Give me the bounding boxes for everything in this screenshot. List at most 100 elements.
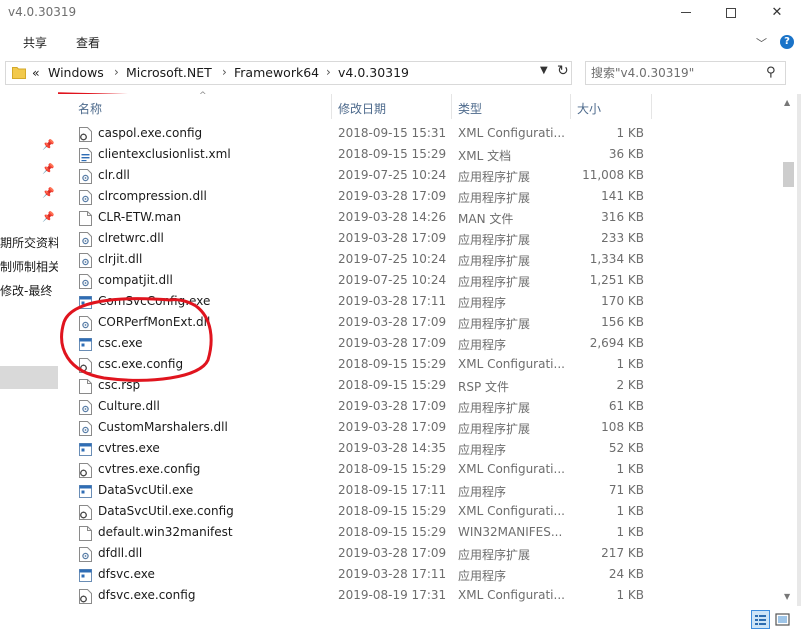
file-name: DataSvcUtil.exe.config — [98, 504, 234, 518]
chevron-right-icon[interactable]: › — [222, 65, 227, 79]
column-divider[interactable] — [651, 94, 652, 119]
address-bar[interactable]: « Windows › Microsoft.NET › Framework64 … — [5, 61, 572, 85]
file-type: XML Configurati... — [458, 126, 565, 140]
breadcrumb-microsoft-net[interactable]: Microsoft.NET — [126, 65, 212, 80]
file-date: 2019-03-28 17:09 — [338, 231, 447, 245]
tab-share[interactable]: 共享 — [23, 34, 47, 51]
column-header-date[interactable]: 修改日期 — [338, 100, 386, 117]
file-type: 应用程序 — [458, 569, 507, 583]
file-row[interactable]: clr.dll 2019-07-25 10:24 应用程序扩展 11,008 KB — [58, 166, 780, 187]
file-row[interactable]: CORPerfMonExt.dll 2019-03-28 17:09 应用程序扩展 1… — [58, 313, 780, 334]
breadcrumb-overflow[interactable]: « — [32, 65, 40, 80]
file-date: 2018-09-15 17:11 — [338, 483, 447, 497]
scroll-down-icon[interactable]: ▼ — [784, 592, 790, 601]
scrollbar-thumb[interactable] — [783, 162, 794, 187]
file-name: dfsvc.exe.config — [98, 588, 196, 602]
file-row[interactable]: CLR-ETW.man 2019-03-28 14:26 MAN 文件 316 KB — [58, 208, 780, 229]
exe-file-icon — [79, 568, 92, 583]
file-date: 2019-03-28 17:11 — [338, 294, 447, 308]
dll-file-icon — [79, 547, 92, 562]
file-size: 108 KB — [601, 420, 644, 434]
file-row[interactable]: ComSvcConfig.exe 2019-03-28 17:11 应用程序 170 … — [58, 292, 780, 313]
search-box[interactable]: ⚲ — [585, 61, 786, 85]
file-name: clrjit.dll — [98, 252, 143, 266]
help-icon[interactable]: ? — [780, 35, 794, 49]
address-row: « Windows › Microsoft.NET › Framework64 … — [0, 56, 801, 90]
close-button[interactable]: ✕ — [754, 0, 800, 28]
file-row[interactable]: dfdll.dll 2019-03-28 17:09 应用程序扩展 217 KB — [58, 544, 780, 565]
file-size: 36 KB — [608, 147, 644, 161]
minimize-button[interactable] — [663, 0, 709, 28]
breadcrumb-windows[interactable]: Windows — [48, 65, 104, 80]
maximize-button[interactable] — [708, 0, 754, 28]
file-row[interactable]: csc.exe.config 2018-09-15 15:29 XML Config… — [58, 355, 780, 376]
file-row[interactable]: clrjit.dll 2019-07-25 10:24 应用程序扩展 1,334 KB — [58, 250, 780, 271]
chevron-right-icon[interactable]: › — [326, 65, 331, 79]
file-row[interactable]: compatjit.dll 2019-07-25 10:24 应用程序扩展 1,251… — [58, 271, 780, 292]
file-row[interactable]: clretwrc.dll 2019-03-28 17:09 应用程序扩展 233 KB — [58, 229, 780, 250]
nav-item[interactable]: 修改-最终 — [0, 282, 52, 299]
file-row[interactable]: clrcompression.dll 2019-03-28 17:09 应用程序扩展… — [58, 187, 780, 208]
file-type: WIN32MANIFES... — [458, 525, 563, 539]
column-divider[interactable] — [451, 94, 452, 119]
details-view-button[interactable] — [751, 610, 770, 629]
config-file-icon — [79, 463, 92, 478]
column-header-size[interactable]: 大小 — [577, 100, 601, 117]
file-row[interactable]: dfsvc.exe.config 2019-08-19 17:31 XML Conf… — [58, 586, 780, 607]
file-name: dfdll.dll — [98, 546, 143, 560]
file-name: CustomMarshalers.dll — [98, 420, 228, 434]
file-date: 2018-09-15 15:29 — [338, 525, 447, 539]
chevron-right-icon[interactable]: › — [114, 65, 119, 79]
file-row[interactable]: cvtres.exe 2019-03-28 14:35 应用程序 52 KB — [58, 439, 780, 460]
file-size: 1 KB — [616, 126, 644, 140]
scroll-up-icon[interactable]: ▲ — [784, 98, 790, 107]
column-header-name[interactable]: 名称 — [78, 100, 102, 117]
search-icon[interactable]: ⚲ — [766, 65, 776, 80]
file-row[interactable]: default.win32manifest 2018-09-15 15:29 WIN… — [58, 523, 780, 544]
file-type: 应用程序扩展 — [458, 233, 531, 247]
file-size: 1 KB — [616, 525, 644, 539]
dll-file-icon — [79, 232, 92, 247]
refresh-icon[interactable]: ↻ — [557, 63, 569, 79]
file-row[interactable]: csc.exe 2019-03-28 17:09 应用程序 2,694 KB — [58, 334, 780, 355]
breadcrumb-current[interactable]: v4.0.30319 — [338, 65, 409, 80]
search-input[interactable] — [591, 65, 761, 81]
title-bar: v4.0.30319 ✕ — [0, 0, 801, 28]
column-divider[interactable] — [570, 94, 571, 119]
pin-icon[interactable]: 📌 — [42, 188, 54, 199]
file-row[interactable]: clientexclusionlist.xml 2018-09-15 15:29 X… — [58, 145, 780, 166]
window-title: v4.0.30319 — [8, 5, 77, 19]
pin-icon[interactable]: 📌 — [42, 164, 54, 175]
file-row[interactable]: DataSvcUtil.exe 2018-09-15 17:11 应用程序 71 KB — [58, 481, 780, 502]
large-icons-view-button[interactable] — [773, 610, 792, 629]
file-row[interactable]: dfsvc.exe 2019-03-28 17:11 应用程序 24 KB — [58, 565, 780, 586]
file-name: default.win32manifest — [98, 525, 233, 539]
file-row[interactable]: csc.rsp 2018-09-15 15:29 RSP 文件 2 KB — [58, 376, 780, 397]
file-row[interactable]: Culture.dll 2019-03-28 17:09 应用程序扩展 61 KB — [58, 397, 780, 418]
file-size: 1 KB — [616, 462, 644, 476]
address-dropdown-icon[interactable]: ▼ — [540, 65, 548, 76]
vertical-scrollbar[interactable]: ▲ ▼ — [780, 94, 797, 606]
nav-item[interactable]: 制师制相关 — [0, 258, 58, 275]
column-header-type[interactable]: 类型 — [458, 100, 482, 117]
file-row[interactable]: cvtres.exe.config 2018-09-15 15:29 XML Con… — [58, 460, 780, 481]
file-name: clretwrc.dll — [98, 231, 164, 245]
large-icons-view-icon — [775, 613, 790, 626]
file-row[interactable]: CustomMarshalers.dll 2019-03-28 17:09 应用程序… — [58, 418, 780, 439]
column-divider[interactable] — [331, 94, 332, 119]
tab-view[interactable]: 查看 — [76, 34, 100, 51]
file-date: 2019-03-28 17:11 — [338, 567, 447, 581]
pin-icon[interactable]: 📌 — [42, 140, 54, 151]
expand-ribbon-button[interactable]: ﹀ — [756, 35, 767, 51]
exe-file-icon — [79, 442, 92, 457]
file-row[interactable]: caspol.exe.config 2018-09-15 15:31 XML Con… — [58, 124, 780, 145]
file-type: 应用程序 — [458, 443, 507, 457]
breadcrumb-framework64[interactable]: Framework64 — [234, 65, 319, 80]
file-size: 1 KB — [616, 357, 644, 371]
file-row[interactable]: DataSvcUtil.exe.config 2018-09-15 15:29 XM… — [58, 502, 780, 523]
nav-item[interactable]: 期所交资料 — [0, 234, 58, 251]
dll-file-icon — [79, 253, 92, 268]
file-size: 2 KB — [616, 378, 644, 392]
nav-item-selected[interactable] — [0, 366, 58, 389]
pin-icon[interactable]: 📌 — [42, 212, 54, 223]
